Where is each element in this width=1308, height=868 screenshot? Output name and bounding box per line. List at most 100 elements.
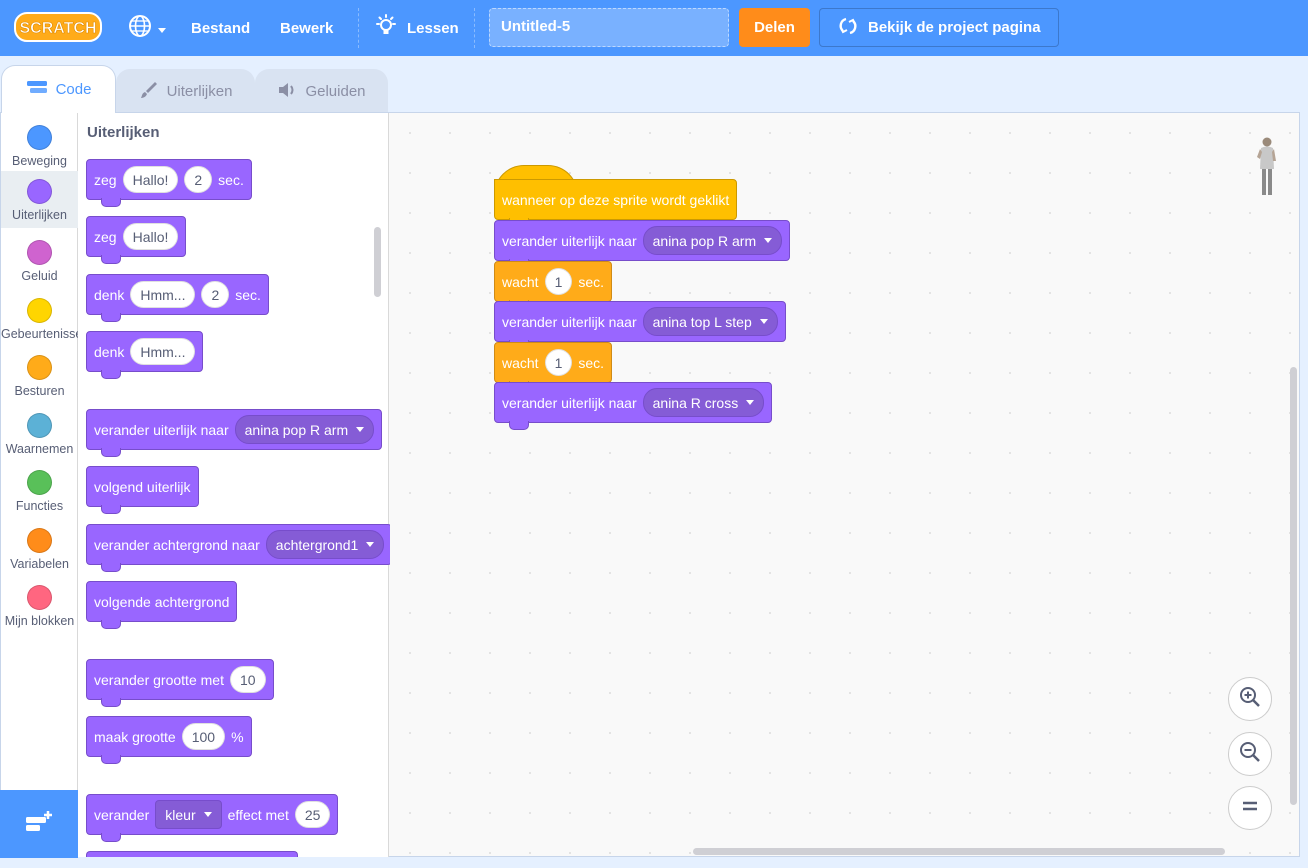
share-button[interactable]: Delen [739,8,810,47]
block-say[interactable]: zeg Hallo! [86,216,187,264]
block-text: effect met [227,806,289,823]
zoom-in-icon [1238,685,1262,714]
zoom-reset-button[interactable] [1228,786,1272,830]
category-my-blocks-dot [27,585,52,610]
category-looks-dot [27,179,52,204]
message-input[interactable]: Hallo! [122,223,179,250]
sprite-preview-image [1256,135,1278,199]
zoom-out-button[interactable] [1228,732,1272,776]
category-sensing[interactable]: Waarnemen [1,405,78,462]
backdrop-dropdown[interactable]: achtergrond1 [265,530,385,559]
category-looks[interactable]: Uiterlijken [1,171,78,228]
code-blocks-icon [26,79,48,101]
message-input[interactable]: Hmm... [130,338,196,365]
block-change-size[interactable]: verander grootte met 10 [86,659,274,707]
script-switch-costume-1[interactable]: verander uiterlijk naar anina pop R arm [494,220,791,268]
canvas-vertical-scrollbar[interactable] [1290,367,1297,805]
tab-sounds[interactable]: Geluiden [255,69,388,113]
wait-input[interactable]: 1 [544,268,573,295]
script-switch-costume-2[interactable]: verander uiterlijk naar anina top L step [494,301,786,349]
block-set-size[interactable]: maak grootte 100 % [86,716,252,764]
block-think[interactable]: denk Hmm... [86,331,204,379]
tab-costumes[interactable]: Uiterlijken [116,69,255,113]
block-next-backdrop[interactable]: volgende achtergrond [86,581,238,629]
language-menu[interactable] [128,0,166,56]
zoom-reset-icon [1240,796,1260,821]
category-operators-dot [27,470,52,495]
globe-icon [128,14,152,42]
block-text: zeg [94,171,117,188]
block-text: % [231,728,244,745]
add-extension-icon [24,809,54,840]
lightbulb-icon [375,14,397,42]
category-label: Variabelen [10,557,69,571]
block-switch-costume[interactable]: verander uiterlijk naar anina pop R arm [86,409,383,457]
effect-value-input[interactable]: 25 [294,801,331,828]
file-menu[interactable]: Bestand [191,0,250,56]
block-text: volgend uiterlijk [94,478,191,495]
block-text: wacht [502,354,539,371]
category-label: Functies [15,499,64,513]
block-switch-backdrop[interactable]: verander achtergrond naar achtergrond1 [86,524,393,572]
chevron-down-icon [746,400,755,405]
category-my-blocks[interactable]: Mijn blokken [1,577,78,634]
project-page-button[interactable]: Bekijk de project pagina [819,8,1059,47]
menu-divider [358,8,359,48]
category-control[interactable]: Besturen [1,347,78,404]
block-text: verander uiterlijk naar [502,394,637,411]
menu-divider [474,8,475,48]
costume-dropdown[interactable]: anina pop R arm [642,226,783,255]
dropdown-value: kleur [165,806,196,823]
category-motion[interactable]: Beweging [1,117,78,174]
edit-menu[interactable]: Bewerk [280,0,333,56]
scratch-logo[interactable]: SCRATCH [14,10,102,44]
logo-text: SCRATCH [19,20,96,37]
message-input[interactable]: Hmm... [130,281,196,308]
tab-costumes-label: Uiterlijken [166,83,233,100]
category-sensing-dot [27,413,52,438]
block-next-costume[interactable]: volgend uiterlijk [86,466,199,514]
chevron-down-icon [366,542,375,547]
effect-dropdown[interactable]: kleur [155,800,222,829]
category-label: Waarnemen [5,442,74,456]
category-events[interactable]: Gebeurtenissen [1,290,78,347]
category-operators[interactable]: Functies [1,462,78,519]
costume-dropdown[interactable]: anina top L step [642,307,778,336]
tab-code[interactable]: Code [1,65,116,113]
zoom-in-button[interactable] [1228,677,1272,721]
palette-scrollbar[interactable] [374,227,381,297]
project-title-input[interactable]: Untitled-5 [489,8,729,47]
category-sound-dot [27,240,52,265]
event-when-sprite-clicked[interactable]: wanneer op deze sprite wordt geklikt [494,179,738,227]
message-input[interactable]: Hallo! [122,166,179,193]
secs-input[interactable]: 2 [201,281,230,308]
block-change-effect[interactable]: verander kleur effect met 25 [86,794,339,842]
palette-heading: Uiterlijken [87,124,160,141]
block-think-for-secs[interactable]: denk Hmm... 2 sec. [86,274,269,322]
category-label: Beweging [12,154,67,168]
canvas-horizontal-scrollbar[interactable] [693,848,1225,855]
block-text: sec. [578,354,605,371]
script-switch-costume-3[interactable]: verander uiterlijk naar anina R cross [494,382,773,430]
block-say-for-secs[interactable]: zeg Hallo! 2 sec. [86,159,252,207]
secs-input[interactable]: 2 [184,166,213,193]
costume-dropdown[interactable]: anina pop R arm [234,415,375,444]
category-variables-dot [27,528,52,553]
block-partial [86,851,298,857]
script-wait-2[interactable]: wacht 1 sec. [494,342,613,390]
tutorials-button[interactable]: Lessen [375,0,459,56]
add-extension-button[interactable] [0,790,78,858]
wait-input[interactable]: 1 [544,349,573,376]
category-label: Mijn blokken [4,614,75,628]
costume-dropdown[interactable]: anina R cross [642,388,765,417]
size-input[interactable]: 10 [229,666,266,693]
project-page-label: Bekijk de project pagina [868,19,1041,36]
script-wait-1[interactable]: wacht 1 sec. [494,261,613,309]
dropdown-value: anina R cross [652,394,739,411]
remix-arrows-icon [838,16,858,40]
block-text: verander [94,806,150,823]
size-input[interactable]: 100 [181,723,226,750]
category-sound[interactable]: Geluid [1,232,78,289]
category-variables[interactable]: Variabelen [1,520,78,577]
chevron-down-icon [203,812,212,817]
